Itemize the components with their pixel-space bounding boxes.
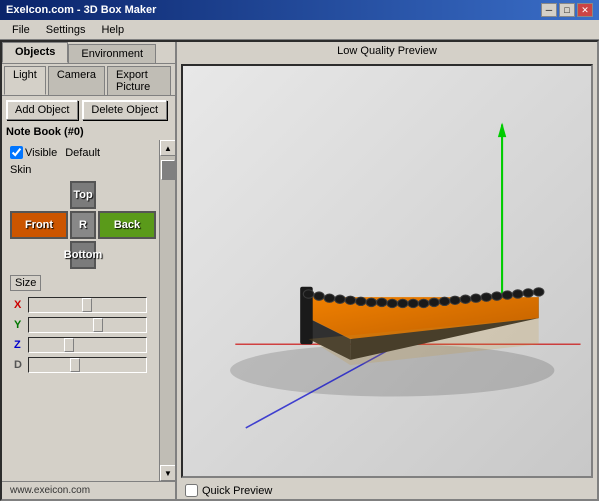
quick-preview-label: Quick Preview bbox=[202, 485, 272, 497]
z-slider[interactable] bbox=[28, 337, 147, 353]
vis-row: Visible Default bbox=[6, 144, 155, 161]
x-slider-thumb[interactable] bbox=[82, 298, 92, 312]
visible-label: Visible bbox=[25, 147, 57, 159]
quick-preview-checkbox[interactable] bbox=[185, 484, 198, 497]
menu-bar: File Settings Help bbox=[0, 20, 599, 40]
z-label: Z bbox=[14, 339, 24, 351]
tab-export-picture[interactable]: Export Picture bbox=[107, 66, 171, 95]
add-object-button[interactable]: Add Object bbox=[6, 100, 78, 120]
size-section: Size X Y bbox=[10, 275, 151, 375]
z-slider-thumb[interactable] bbox=[64, 338, 74, 352]
sub-tab-bar: Light Camera Export Picture bbox=[2, 64, 175, 96]
scroll-panel: Visible Default Skin Top Front R bbox=[2, 140, 175, 481]
menu-help[interactable]: Help bbox=[93, 22, 132, 38]
scroll-up-button[interactable]: ▲ bbox=[160, 140, 175, 156]
scroll-down-button[interactable]: ▼ bbox=[160, 465, 175, 481]
menu-settings[interactable]: Settings bbox=[38, 22, 94, 38]
visible-checkbox[interactable] bbox=[10, 146, 23, 159]
preview-area bbox=[181, 64, 593, 478]
notebook-scene bbox=[183, 66, 591, 476]
x-slider[interactable] bbox=[28, 297, 147, 313]
main-tab-bar: Objects Environment bbox=[2, 42, 175, 64]
menu-file[interactable]: File bbox=[4, 22, 38, 38]
right-panel: Low Quality Preview bbox=[177, 42, 597, 499]
top-face-button[interactable]: Top bbox=[70, 181, 96, 209]
scroll-content: Visible Default Skin Top Front R bbox=[2, 140, 159, 481]
window-controls: ─ □ ✕ bbox=[541, 3, 593, 17]
d-label: D bbox=[14, 359, 24, 371]
object-label: Note Book (#0) bbox=[2, 124, 175, 140]
maximize-button[interactable]: □ bbox=[559, 3, 575, 17]
size-section-label: Size bbox=[10, 275, 41, 291]
visible-checkbox-label[interactable]: Visible bbox=[10, 146, 57, 159]
left-panel: Objects Environment Light Camera Export … bbox=[2, 42, 177, 499]
scroll-thumb[interactable] bbox=[161, 160, 175, 180]
main-window: Objects Environment Light Camera Export … bbox=[0, 40, 599, 501]
y-slider-thumb[interactable] bbox=[93, 318, 103, 332]
front-face-button[interactable]: Front bbox=[10, 211, 68, 239]
website-label: www.exeicon.com bbox=[10, 485, 90, 496]
x-size-row: X bbox=[10, 295, 151, 315]
tab-light[interactable]: Light bbox=[4, 66, 46, 95]
status-bar: www.exeicon.com bbox=[2, 481, 175, 499]
delete-object-button[interactable]: Delete Object bbox=[82, 100, 167, 120]
green-axis-arrow bbox=[498, 122, 506, 137]
bottom-face-button[interactable]: Bottom bbox=[70, 241, 96, 269]
object-buttons: Add Object Delete Object bbox=[2, 96, 175, 124]
d-slider-thumb[interactable] bbox=[70, 358, 80, 372]
tab-objects[interactable]: Objects bbox=[2, 42, 68, 63]
r-face-button[interactable]: R bbox=[70, 211, 96, 239]
d-slider[interactable] bbox=[28, 357, 147, 373]
close-button[interactable]: ✕ bbox=[577, 3, 593, 17]
scroll-track[interactable] bbox=[160, 156, 175, 465]
y-label: Y bbox=[14, 319, 24, 331]
tab-environment[interactable]: Environment bbox=[68, 44, 156, 63]
scrollbar-vertical[interactable]: ▲ ▼ bbox=[159, 140, 175, 481]
z-size-row: Z bbox=[10, 335, 151, 355]
default-label: Default bbox=[65, 147, 100, 159]
window-title: ExeIcon.com - 3D Box Maker bbox=[6, 4, 156, 16]
tab-camera[interactable]: Camera bbox=[48, 66, 105, 95]
preview-title: Low Quality Preview bbox=[177, 42, 597, 60]
back-face-button[interactable]: Back bbox=[98, 211, 156, 239]
x-label: X bbox=[14, 299, 24, 311]
skin-section-label: Skin bbox=[6, 163, 155, 177]
minimize-button[interactable]: ─ bbox=[541, 3, 557, 17]
skin-grid: Top Front R Back Bottom bbox=[10, 181, 151, 269]
title-bar: ExeIcon.com - 3D Box Maker ─ □ ✕ bbox=[0, 0, 599, 20]
y-size-row: Y bbox=[10, 315, 151, 335]
y-slider[interactable] bbox=[28, 317, 147, 333]
d-size-row: D bbox=[10, 355, 151, 375]
quick-preview-row: Quick Preview bbox=[177, 482, 597, 499]
